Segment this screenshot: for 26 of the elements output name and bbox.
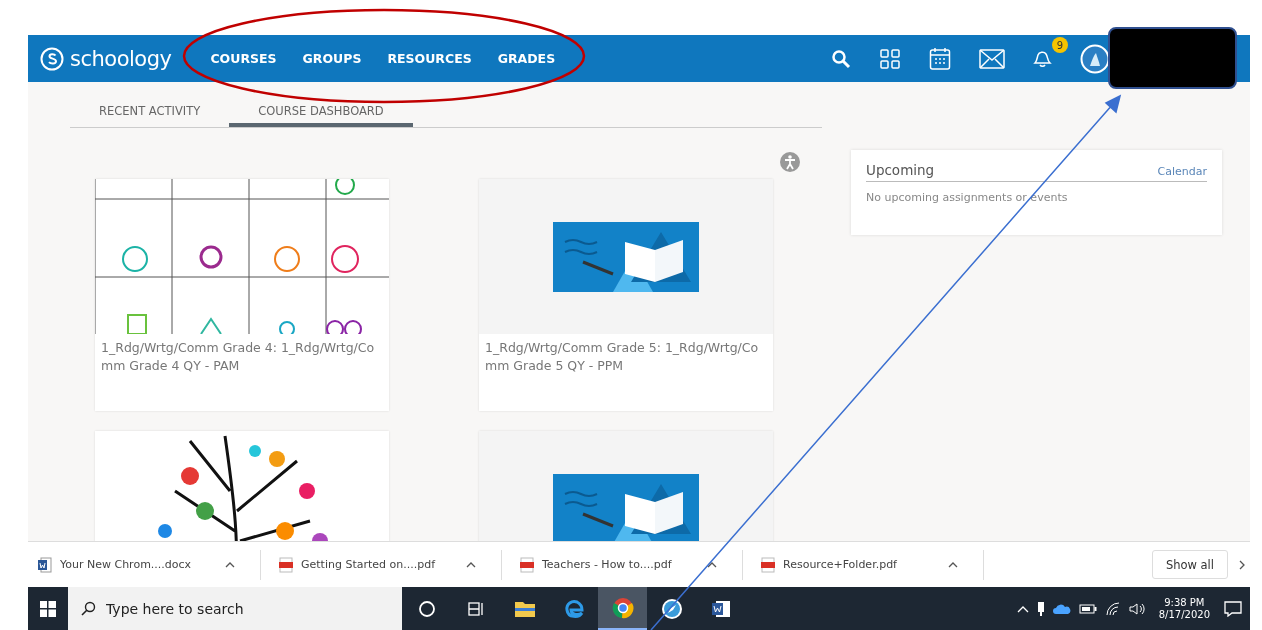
file-name: Your New Chrom....docx xyxy=(60,558,193,571)
nav-link[interactable]: COURSES xyxy=(197,51,290,66)
course-title[interactable]: 1_Rdg/Wrtg/Comm Grade 5: 1_Rdg/Wrtg/Comm Grade 5 QY - PPM xyxy=(479,334,773,380)
nav-link[interactable]: GRADES xyxy=(484,51,569,66)
empty-message: No upcoming assignments or events xyxy=(866,191,1069,204)
course-title[interactable]: 1_Rdg/Wrtg/Comm Grade 4: 1_Rdg/Wrtg/Comm Grade 4 QY - PAM xyxy=(95,334,389,380)
download-item[interactable]: Getting Started on....pdf xyxy=(279,549,502,580)
tab[interactable]: COURSE DASHBOARD xyxy=(229,102,413,127)
tab[interactable]: RECENT ACTIVITY xyxy=(70,102,230,127)
course-card[interactable]: 1_Rdg/Wrtg/Comm Grade 5: 1_Rdg/Wrtg/Comm Grade 5 QY - PPM xyxy=(479,179,773,411)
file-name: Teachers - How to....pdf xyxy=(542,558,673,571)
download-item[interactable]: Your New Chrom....docx xyxy=(38,549,261,580)
calendar-link[interactable]: Calendar xyxy=(1157,165,1207,178)
logo-text[interactable]: schoology xyxy=(70,46,172,71)
taskbar-search-field[interactable]: Type here to search xyxy=(68,587,402,630)
notification-badge: 9 xyxy=(1052,37,1068,53)
clock-time[interactable]: 9:38 PM xyxy=(1164,596,1205,609)
download-item[interactable]: Resource+Folder.pdf xyxy=(761,549,984,580)
clock-date[interactable]: 8/17/2020 xyxy=(1158,608,1210,621)
file-name: Getting Started on....pdf xyxy=(301,558,437,571)
file-name: Resource+Folder.pdf xyxy=(783,558,898,571)
nav-link[interactable]: RESOURCES xyxy=(374,51,485,66)
upcoming-heading: Upcoming xyxy=(866,162,935,178)
course-card[interactable]: 1_Rdg/Wrtg/Comm Grade 4: 1_Rdg/Wrtg/Comm Grade 4 QY - PAM xyxy=(95,179,389,411)
nav-link[interactable]: GROUPS xyxy=(289,51,375,66)
show-all-button[interactable]: Show all xyxy=(1151,550,1228,579)
